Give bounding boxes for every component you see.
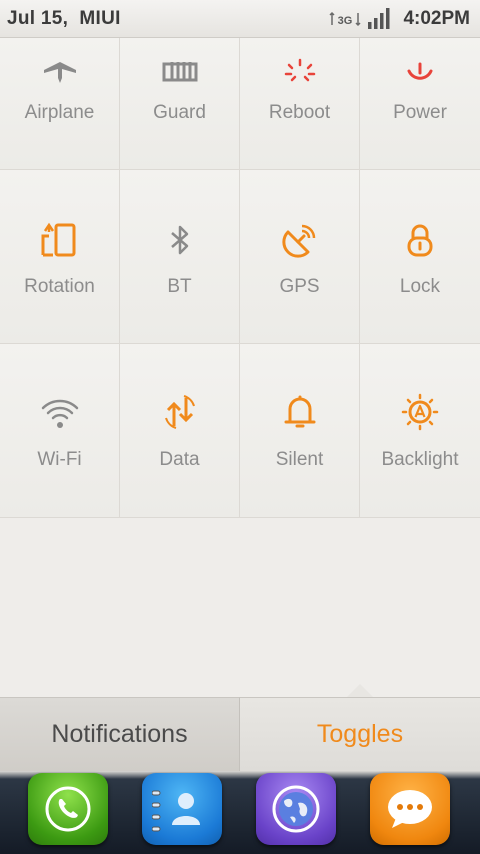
toggle-label: Power (393, 102, 447, 123)
panel-tabs: Notifications Toggles (0, 697, 480, 771)
phone-app[interactable] (28, 773, 108, 845)
toggle-silent[interactable]: Silent (240, 344, 360, 518)
wifi-icon (41, 399, 78, 428)
data-icon (164, 395, 195, 429)
power-icon (407, 62, 433, 80)
browser-app[interactable] (256, 773, 336, 845)
toggle-bluetooth[interactable]: BT (120, 170, 240, 344)
toggle-label: Lock (399, 276, 441, 297)
toggle-label: Backlight (381, 449, 459, 470)
lock-icon (407, 224, 433, 257)
toggle-reboot[interactable]: Reboot (240, 38, 360, 170)
toggle-guard[interactable]: Guard (120, 38, 240, 170)
toggle-label: Guard (153, 102, 206, 123)
status-indicators: 3G 4:02PM (329, 6, 470, 32)
backlight-icon (401, 393, 439, 431)
toggle-label: Silent (275, 449, 324, 470)
toggle-label: GPS (279, 276, 320, 297)
app-dock (0, 771, 480, 854)
bluetooth-icon (170, 225, 188, 255)
empty-panel-area (0, 519, 480, 697)
contacts-icon (152, 790, 200, 832)
toggle-power[interactable]: Power (360, 38, 480, 170)
selected-tab-pointer (347, 684, 373, 697)
toggle-label: Reboot (268, 102, 331, 123)
toggle-grid: Airplane Guard Reboot Power Rotation BT … (0, 38, 480, 519)
cell-signal-icon (368, 8, 390, 29)
toggle-gps[interactable]: GPS (240, 170, 360, 344)
toggle-lock[interactable]: Lock (360, 170, 480, 344)
toggle-airplane[interactable]: Airplane (0, 38, 120, 170)
status-date-carrier: Jul 15, MIUI (7, 8, 121, 29)
phone-icon (45, 786, 91, 832)
bell-icon (284, 395, 315, 428)
toggle-label: Airplane (24, 102, 95, 123)
toggle-label: BT (167, 276, 192, 297)
message-bubble-icon (388, 790, 432, 828)
toggle-wifi[interactable]: Wi-Fi (0, 344, 120, 518)
toggle-data[interactable]: Data (120, 344, 240, 518)
toggle-label: Data (159, 449, 200, 470)
network-type-label: 3G (338, 15, 353, 27)
airplane-icon (43, 62, 76, 83)
globe-icon (272, 785, 320, 833)
toggle-label: Rotation (24, 276, 95, 297)
toggle-backlight[interactable]: Backlight (360, 344, 480, 518)
reboot-icon (284, 58, 315, 82)
contacts-app[interactable] (142, 773, 222, 845)
toggle-label: Wi-Fi (37, 449, 82, 470)
rotation-icon (41, 222, 75, 257)
tab-notifications[interactable]: Notifications (0, 697, 240, 771)
3g-data-icon: 3G (329, 11, 361, 27)
gps-icon (281, 224, 315, 258)
tab-toggles[interactable]: Toggles (240, 697, 480, 771)
toggle-rotation[interactable]: Rotation (0, 170, 120, 344)
status-time: 4:02PM (403, 8, 470, 29)
guard-icon (162, 62, 197, 82)
messages-app[interactable] (370, 773, 450, 845)
status-bar: Jul 15, MIUI 3G 4:02PM (0, 0, 480, 38)
